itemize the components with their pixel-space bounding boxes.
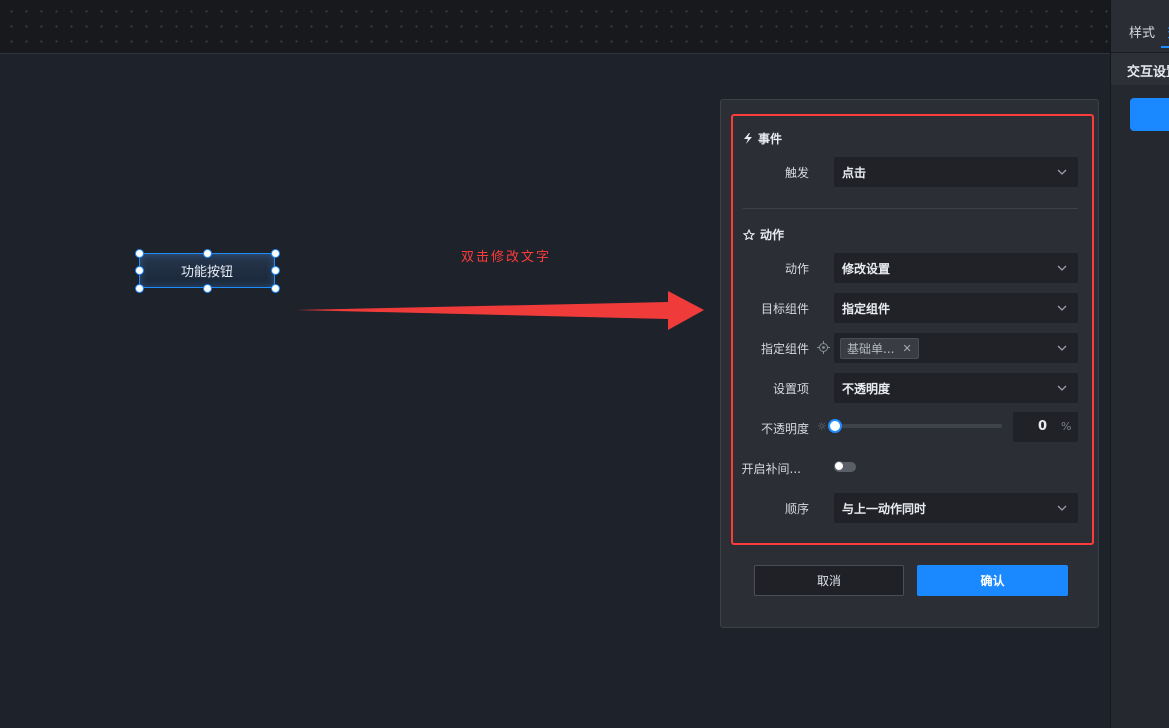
right-panel-tabs: 样式 交 bbox=[1111, 0, 1169, 53]
opacity-value: 0 bbox=[1037, 419, 1047, 434]
order-label: 顺序 bbox=[784, 502, 809, 516]
action-select[interactable]: 修改设置 bbox=[834, 253, 1078, 283]
order-value: 与上一动作同时 bbox=[842, 501, 927, 516]
component-tag-label: 基础单... bbox=[847, 341, 895, 356]
trigger-label: 触发 bbox=[784, 166, 809, 180]
confirm-button[interactable]: 确认 bbox=[917, 565, 1068, 596]
resize-handle-sw[interactable] bbox=[135, 284, 144, 293]
tab-active-indicator bbox=[1161, 46, 1169, 48]
specified-label: 指定组件 bbox=[760, 342, 809, 356]
trigger-select[interactable]: 点击 bbox=[834, 157, 1078, 187]
opacity-label: 不透明度 bbox=[760, 422, 809, 436]
opacity-unit: % bbox=[1061, 420, 1072, 433]
resize-handle-s[interactable] bbox=[203, 284, 212, 293]
event-section-title: 事件 bbox=[743, 130, 782, 147]
order-select[interactable]: 与上一动作同时 bbox=[834, 493, 1078, 523]
event-section-label: 事件 bbox=[758, 132, 783, 146]
chevron-down-icon bbox=[1057, 385, 1067, 391]
tab-style[interactable]: 样式 bbox=[1129, 22, 1155, 41]
tween-label: 开启补间... bbox=[741, 462, 801, 476]
chevron-down-icon bbox=[1057, 265, 1067, 271]
right-panel: 样式 交 交互设置 bbox=[1110, 0, 1169, 728]
function-button-widget[interactable]: 功能按钮 bbox=[139, 253, 275, 288]
chevron-down-icon bbox=[1057, 169, 1067, 175]
tween-toggle[interactable] bbox=[834, 461, 856, 472]
interaction-settings-title: 交互设置 bbox=[1127, 65, 1169, 80]
resize-handle-nw[interactable] bbox=[135, 249, 144, 258]
tween-toggle-knob bbox=[834, 461, 844, 471]
resize-handle-e[interactable] bbox=[271, 266, 280, 275]
specified-component-select[interactable]: 基础单... ✕ bbox=[834, 333, 1078, 363]
resize-handle-ne[interactable] bbox=[271, 249, 280, 258]
action-section-label: 动作 bbox=[760, 228, 785, 242]
annotation-hint: 双击修改文字 bbox=[461, 250, 552, 265]
trigger-value: 点击 bbox=[842, 165, 867, 180]
component-tag: 基础单... ✕ bbox=[840, 337, 919, 359]
cancel-button[interactable]: 取消 bbox=[754, 565, 904, 596]
target-select[interactable]: 指定组件 bbox=[834, 293, 1078, 323]
annotation-arrow bbox=[296, 291, 704, 330]
action-icon bbox=[743, 229, 755, 240]
setting-select[interactable]: 不透明度 bbox=[834, 373, 1078, 403]
chevron-down-icon bbox=[1057, 505, 1067, 511]
action-label: 动作 bbox=[784, 262, 809, 276]
interaction-settings-header: 交互设置 bbox=[1111, 53, 1169, 85]
lightning-icon bbox=[744, 133, 752, 144]
target-value: 指定组件 bbox=[842, 301, 891, 316]
action-value: 修改设置 bbox=[842, 261, 891, 276]
setting-label: 设置项 bbox=[772, 382, 809, 396]
locate-icon[interactable] bbox=[817, 341, 830, 354]
editor-toolbar bbox=[0, 0, 1110, 54]
chevron-down-icon bbox=[1057, 305, 1067, 311]
widget-label: 功能按钮 bbox=[180, 265, 233, 280]
opacity-slider-track[interactable] bbox=[834, 424, 1002, 428]
close-icon[interactable]: ✕ bbox=[902, 342, 911, 355]
resize-handle-w[interactable] bbox=[135, 266, 144, 275]
add-interaction-button[interactable] bbox=[1130, 98, 1169, 131]
resize-handle-se[interactable] bbox=[271, 284, 280, 293]
setting-value: 不透明度 bbox=[842, 381, 891, 396]
chevron-down-icon bbox=[1057, 345, 1067, 351]
resize-handle-n[interactable] bbox=[203, 249, 212, 258]
interaction-dialog: 事件 触发 点击 动作 动作 修改设置 目标组件 指定组件 指定组件 基础单..… bbox=[720, 99, 1099, 628]
opacity-input[interactable]: 0 % bbox=[1013, 412, 1078, 442]
target-label: 目标组件 bbox=[760, 302, 809, 316]
opacity-icon: ☼ bbox=[817, 420, 827, 433]
section-divider bbox=[743, 208, 1078, 209]
action-section-title: 动作 bbox=[743, 226, 784, 243]
opacity-slider-handle[interactable] bbox=[828, 419, 842, 433]
